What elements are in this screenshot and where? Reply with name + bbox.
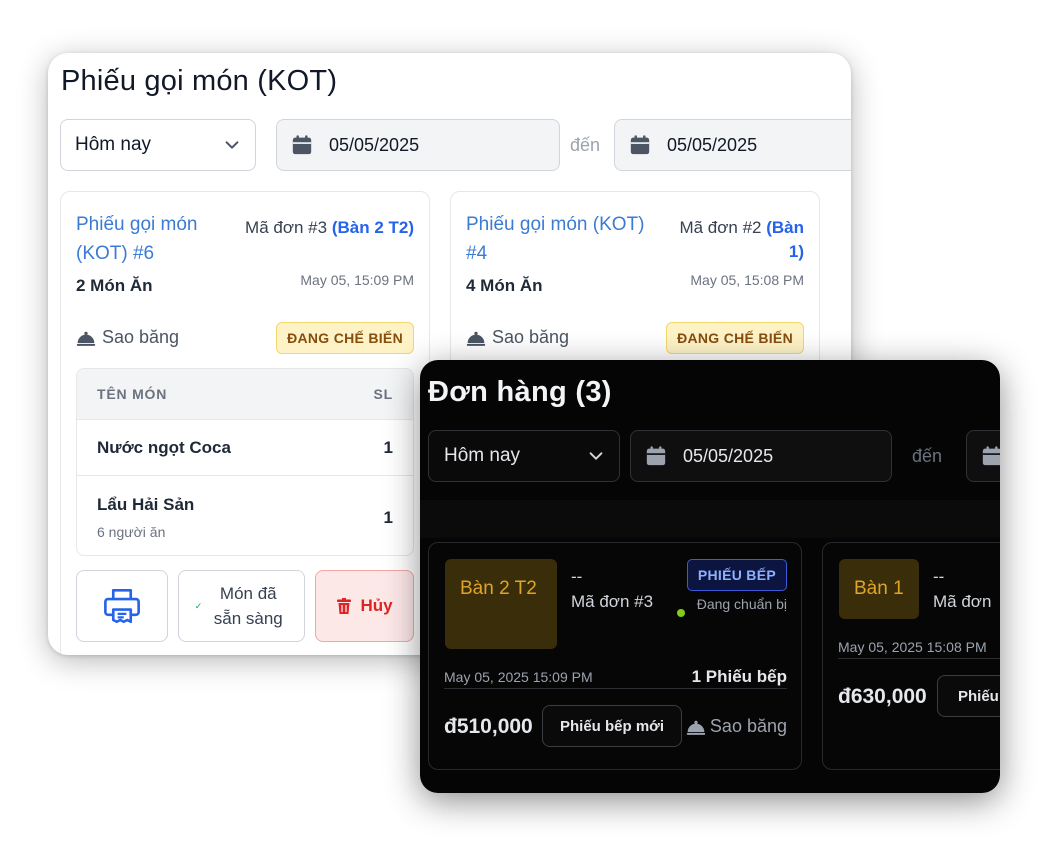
order-time: May 05, 2025 15:08 PM — [838, 639, 987, 655]
date-from-value: 05/05/2025 — [683, 445, 774, 466]
order-total: đ630,000 — [838, 685, 927, 708]
print-button[interactable] — [76, 570, 168, 642]
kot-order-ref: Mã đơn #2 (Bàn 1) — [664, 216, 804, 264]
item-name: Nước ngọt Coca — [97, 438, 231, 457]
kot-time: May 05, 15:08 PM — [690, 272, 804, 288]
status-badge: ĐANG CHẾ BIẾN — [666, 322, 804, 354]
table-row: Lẩu Hải Sản 6 người ăn 1 — [77, 475, 413, 555]
date-to-value: 05/05/2025 — [667, 134, 758, 155]
order-status: Đang chuẩn bị — [696, 596, 787, 612]
status-badge: ĐANG CHẾ BIẾN — [276, 322, 414, 354]
item-name: Lẩu Hải Sản — [97, 495, 195, 514]
kot-order-ref: Mã đơn #3 (Bàn 2 T2) — [244, 216, 414, 240]
order-waiter: Sao băng — [686, 716, 787, 737]
chevron-down-icon — [589, 452, 603, 460]
col-qty: SL — [373, 386, 393, 402]
waiter-name: Sao băng — [492, 327, 570, 347]
divider — [838, 658, 1000, 659]
order-table: (Bàn 1) — [766, 218, 804, 261]
order-code: Mã đơn — [933, 592, 992, 611]
waiter-icon — [76, 331, 96, 346]
kot-time: May 05, 15:09 PM — [300, 272, 414, 288]
date-to-field[interactable] — [966, 430, 1000, 482]
order-card[interactable]: Bàn 2 T2 -- Mã đơn #3 PHIẾU BẾP Đang chu… — [428, 542, 802, 770]
date-separator: đến — [912, 446, 943, 466]
check-icon: ✓ — [194, 600, 203, 611]
order-card[interactable]: Bàn 1 -- Mã đơn May 05, 2025 15:08 PM đ6… — [822, 542, 1000, 770]
date-from-field[interactable]: 05/05/2025 — [276, 119, 560, 171]
page-title: Đơn hàng (3) — [428, 376, 612, 408]
calendar-icon — [292, 135, 312, 155]
calendar-icon — [982, 446, 1000, 466]
item-qty: 1 — [383, 438, 393, 457]
kot-title-link[interactable]: Phiếu gọi món (KOT) #4 — [466, 210, 658, 268]
order-number: Mã đơn #2 — [679, 218, 762, 237]
kot-item-count: 2 Món Ăn — [76, 276, 153, 295]
date-from-field[interactable]: 05/05/2025 — [630, 430, 892, 482]
col-item-name: TÊN MÓN — [97, 386, 168, 402]
calendar-icon — [646, 446, 666, 466]
date-range-value: Hôm nay — [75, 134, 152, 155]
cancel-button[interactable]: Hủy — [315, 570, 414, 642]
date-to-field[interactable]: 05/05/2025 — [614, 119, 851, 171]
kot-count: 1 Phiếu bếp — [691, 667, 787, 686]
date-range-select[interactable]: Hôm nay — [428, 430, 620, 482]
status-dot — [677, 609, 685, 617]
trash-icon — [337, 598, 352, 614]
order-time: May 05, 2025 15:09 PM — [444, 669, 593, 685]
mark-ready-button[interactable]: ✓ Món đã sẵn sàng — [178, 570, 305, 642]
kot-item-count: 4 Món Ăn — [466, 276, 543, 295]
waiter-name: Sao băng — [102, 327, 180, 347]
mark-ready-label: Món đã sẵn sàng — [213, 584, 283, 628]
date-from-value: 05/05/2025 — [329, 134, 420, 155]
item-qty: 1 — [383, 508, 393, 527]
date-range-value: Hôm nay — [444, 445, 521, 466]
waiter-icon — [466, 331, 486, 346]
page-title: Phiếu gọi món (KOT) — [61, 65, 338, 97]
date-range-select[interactable]: Hôm nay — [60, 119, 256, 171]
calendar-icon — [630, 135, 650, 155]
orders-panel: Đơn hàng (3) Hôm nay 05/05/2025 đến Bàn … — [420, 360, 1000, 793]
kot-title-link[interactable]: Phiếu gọi món (KOT) #6 — [76, 210, 246, 268]
date-separator: đến — [570, 135, 601, 155]
new-kot-button[interactable]: Phiếu — [937, 675, 1000, 717]
waiter-name: Sao băng — [709, 716, 787, 736]
chevron-down-icon — [225, 141, 239, 149]
kot-card: Phiếu gọi món (KOT) #6 Mã đơn #3 (Bàn 2 … — [60, 191, 430, 655]
order-total: đ510,000 — [444, 715, 533, 738]
order-table: (Bàn 2 T2) — [331, 218, 414, 237]
kot-badge[interactable]: PHIẾU BẾP — [686, 559, 787, 591]
item-note: 6 người ăn — [97, 524, 166, 540]
table-chip: Bàn 1 — [839, 559, 919, 619]
order-customer: -- — [571, 567, 583, 586]
table-chip: Bàn 2 T2 — [445, 559, 557, 649]
items-table-header: TÊN MÓN SL — [77, 369, 413, 419]
order-code: Mã đơn #3 — [571, 592, 654, 611]
order-customer: -- — [933, 567, 945, 586]
divider — [444, 688, 787, 689]
order-number: Mã đơn #3 — [245, 218, 328, 237]
printer-icon — [104, 588, 140, 624]
kot-items-table: TÊN MÓN SL Nước ngọt Coca 1 Lẩu Hải Sản … — [76, 368, 414, 556]
kot-waiter: Sao băng — [76, 327, 179, 348]
waiter-icon — [686, 720, 706, 735]
new-kot-button[interactable]: Phiếu bếp mới — [542, 705, 682, 747]
cancel-label: Hủy — [360, 596, 393, 615]
toolbar-strip — [420, 500, 1000, 538]
kot-waiter: Sao băng — [466, 327, 569, 348]
table-row: Nước ngọt Coca 1 — [77, 419, 413, 475]
